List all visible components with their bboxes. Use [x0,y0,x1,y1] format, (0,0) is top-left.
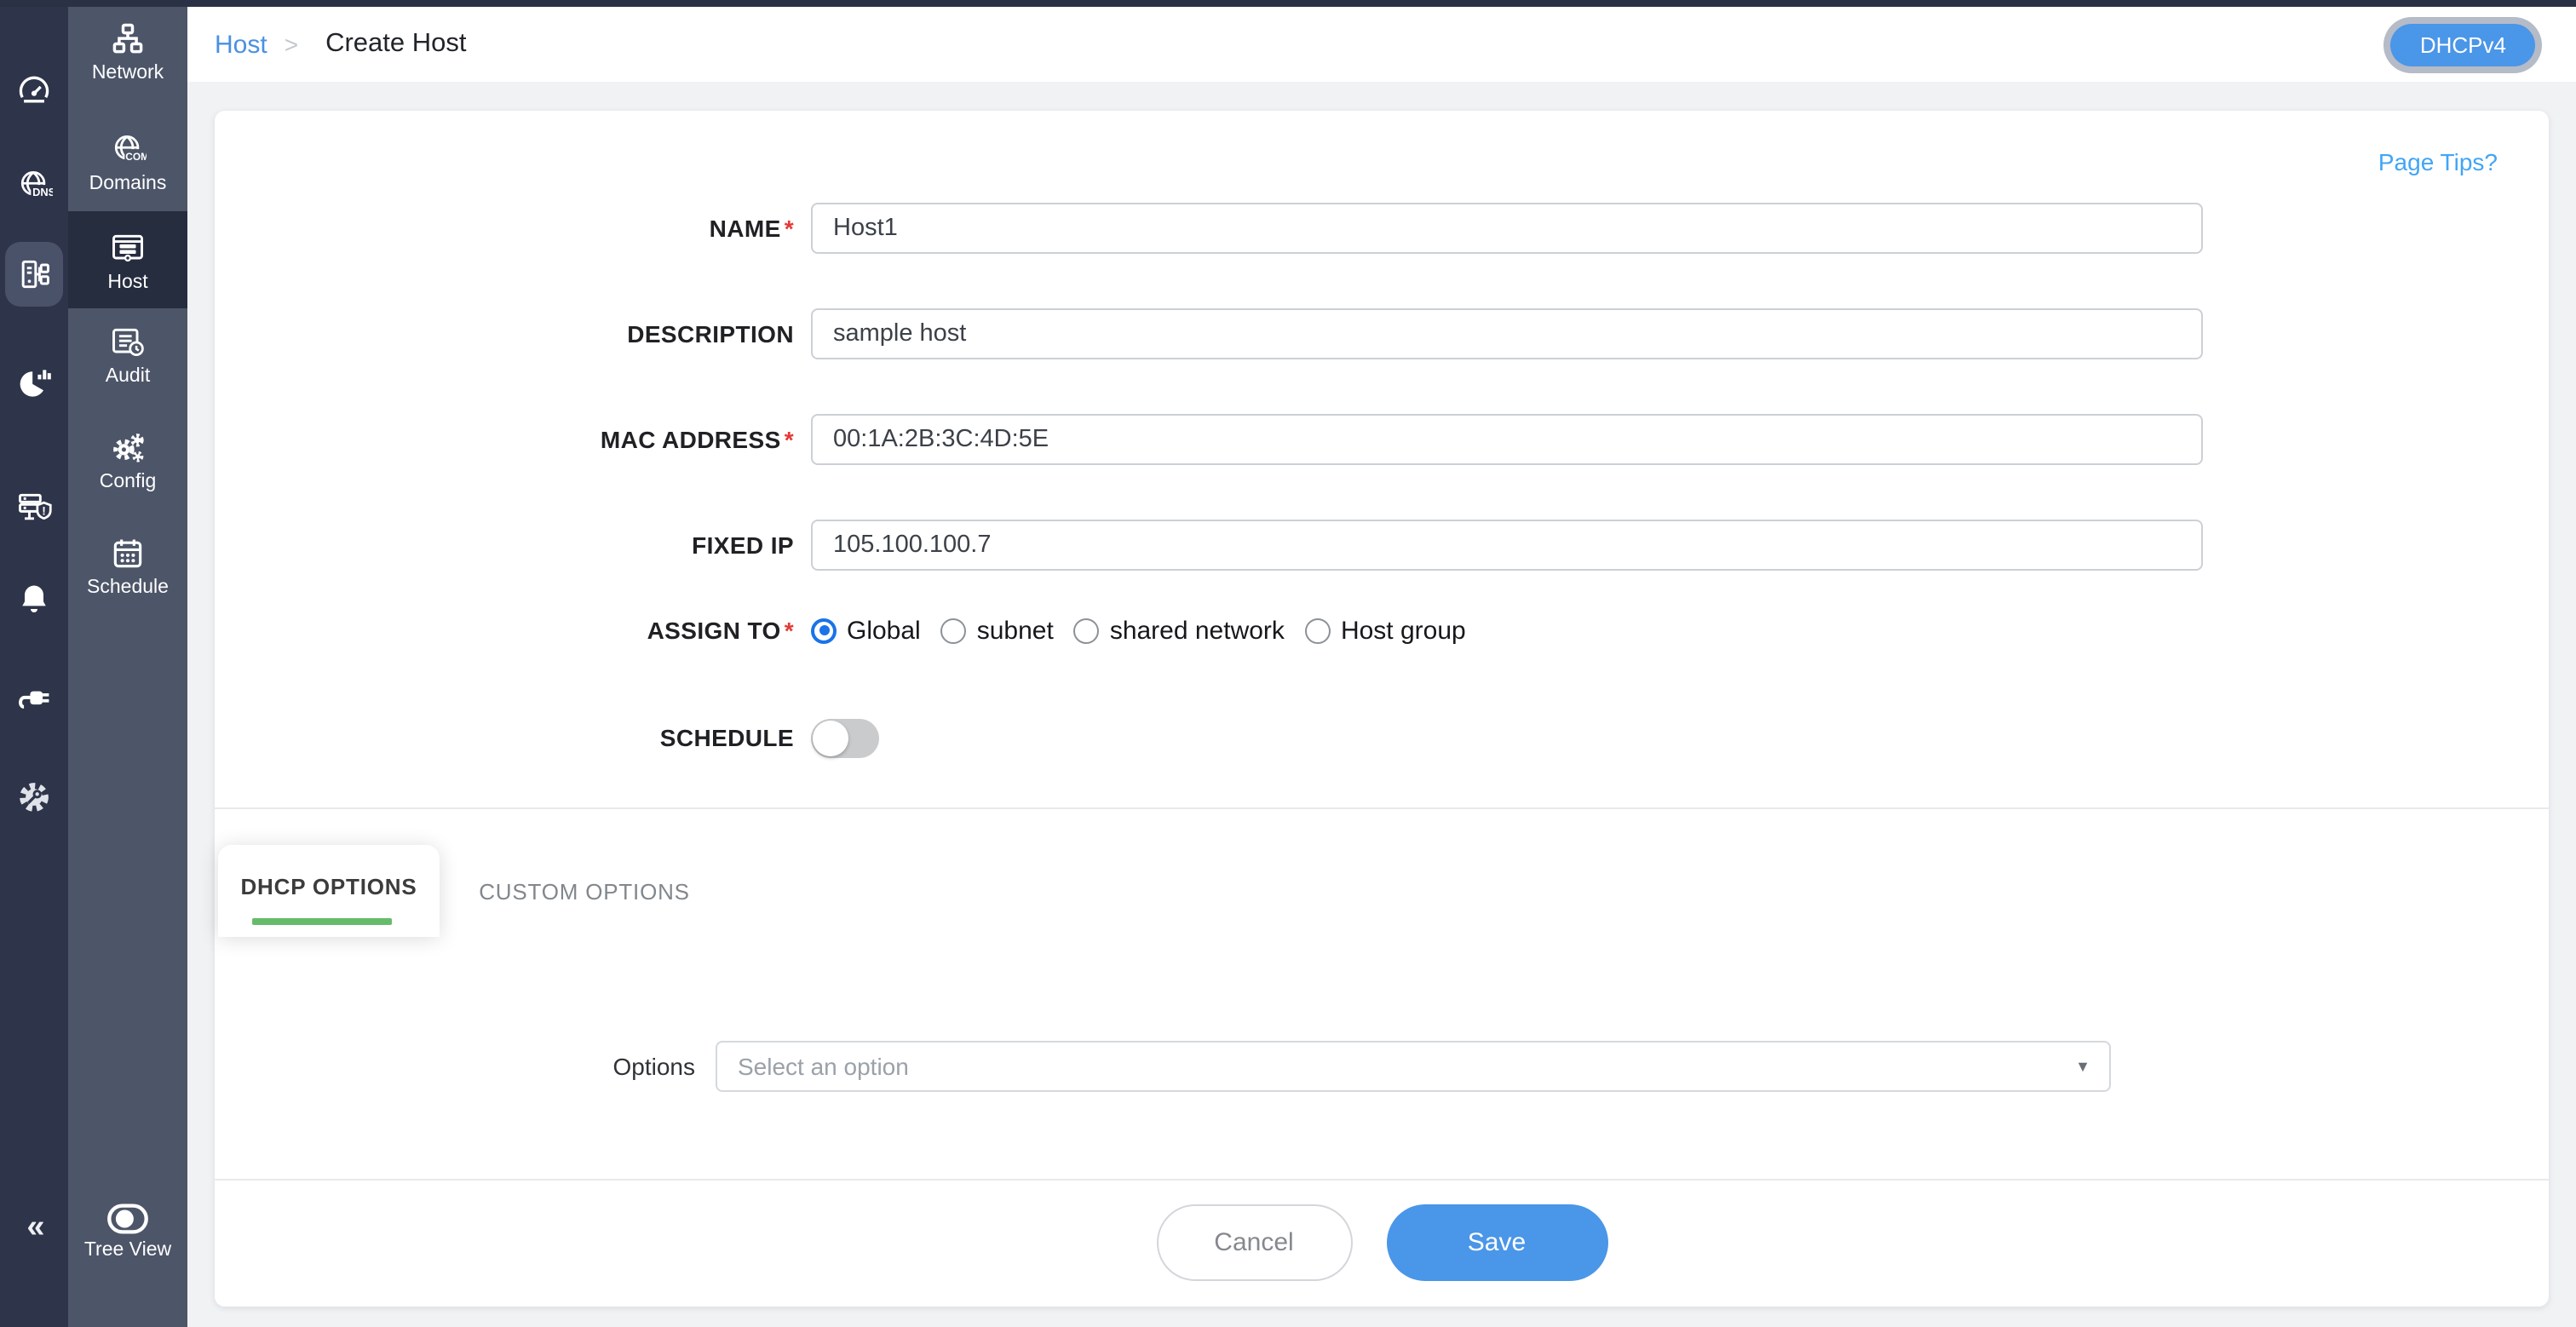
app-root: DNS ! [0,0,2576,1327]
radio-selected-icon [811,618,837,643]
tab-custom-options[interactable]: CUSTOM OPTIONS [440,845,729,937]
admin-tools-gear-icon[interactable] [15,778,53,816]
host-server-icon [109,230,147,267]
options-select[interactable]: Select an option [716,1041,2111,1092]
collapse-sidebar-icon[interactable]: « [0,1209,68,1247]
mac-address-field-row: MAC ADDRESS* [215,414,2549,465]
fixed-ip-label: FIXED IP [692,531,794,559]
sidebar-item-domains[interactable]: COM Domains [68,131,187,194]
active-tab-indicator [252,918,392,925]
domains-globe-icon: COM [109,131,147,169]
assign-to-label: ASSIGN TO [647,617,781,644]
assign-to-radio-subnet[interactable]: subnet [941,616,1054,645]
tree-view-toggle-icon [106,1203,150,1235]
audit-log-icon [109,324,147,361]
mac-address-input[interactable] [811,414,2203,465]
required-asterisk: * [785,215,794,242]
network-tree-icon [109,20,147,58]
dhcpv4-mode-button[interactable]: DHCPv4 [2391,23,2535,66]
description-field-row: DESCRIPTION [215,308,2549,359]
footer-divider [215,1179,2549,1181]
options-label: Options [215,1053,695,1080]
required-asterisk: * [785,617,794,644]
top-border-strip [0,0,2576,7]
dns-icon[interactable]: DNS [15,167,53,204]
svg-text:COM: COM [125,151,147,163]
sidebar-item-host[interactable]: Host [68,211,187,308]
sidebar-item-schedule[interactable]: Schedule [68,535,187,598]
dashboard-icon[interactable] [15,72,53,109]
primary-sidebar: DNS ! [0,0,68,1327]
name-field-row: NAME* [215,203,2549,254]
ipam-icon[interactable] [15,256,53,293]
section-divider [215,807,2549,809]
sidebar-item-network[interactable]: Network [68,20,187,83]
assign-to-radio-host-group[interactable]: Host group [1305,616,1466,645]
cancel-button[interactable]: Cancel [1156,1204,1352,1281]
radio-icon [941,618,967,643]
svg-text:DNS: DNS [32,186,53,198]
select-caret-icon: ▼ [2075,1058,2090,1075]
page-title: Create Host [325,29,466,60]
analytics-pie-icon[interactable] [15,365,53,402]
assign-to-radio-group: Global subnet shared network Host group [811,616,2203,645]
create-host-form-card: Page Tips? NAME* DESCRIPTION MAC ADDRESS… [215,111,2549,1307]
sidebar-item-tree-view[interactable]: Tree View [68,1203,187,1261]
fixed-ip-input[interactable] [811,520,2203,571]
name-input[interactable] [811,203,2203,254]
sidebar-item-config[interactable]: Config [68,429,187,492]
top-bar: Host > Create Host DHCPv4 [187,7,2576,82]
assign-to-radio-global[interactable]: Global [811,616,921,645]
integrations-plug-icon[interactable] [15,678,53,715]
fixed-ip-field-row: FIXED IP [215,520,2549,571]
notifications-bell-icon[interactable] [15,581,53,618]
mac-address-label: MAC ADDRESS [601,426,781,453]
radio-icon [1305,618,1331,643]
page-tips-link[interactable]: Page Tips? [2378,148,2498,175]
breadcrumb-host-link[interactable]: Host [215,30,267,59]
required-asterisk: * [785,426,794,453]
schedule-calendar-icon [109,535,147,572]
assign-to-radio-shared-network[interactable]: shared network [1074,616,1285,645]
schedule-label: SCHEDULE [660,724,794,751]
sidebar-item-audit[interactable]: Audit [68,324,187,387]
secondary-sidebar: Network COM Domains Host Au [68,0,187,1327]
radio-icon [1074,618,1100,643]
toggle-knob [813,720,848,755]
config-gears-icon [109,429,147,467]
tab-dhcp-options[interactable]: DHCP OPTIONS [218,845,440,937]
name-label: NAME [710,215,781,242]
schedule-field-row: SCHEDULE [215,715,2549,760]
select-placeholder: Select an option [738,1053,909,1080]
assign-to-field-row: ASSIGN TO* Global subnet shared network … [215,608,2549,652]
create-host-form: NAME* DESCRIPTION MAC ADDRESS* FIXED IP … [215,203,2549,760]
breadcrumb-separator: > [285,31,298,58]
save-button[interactable]: Save [1386,1204,1607,1281]
description-label: DESCRIPTION [627,320,794,348]
description-input[interactable] [811,308,2203,359]
schedule-toggle[interactable] [811,718,879,757]
form-actions: Cancel Save [215,1204,2549,1281]
svg-text:!: ! [42,504,46,517]
server-alert-icon[interactable]: ! [15,489,53,526]
dhcp-options-row: Options Select an option ▼ [215,1041,2549,1092]
